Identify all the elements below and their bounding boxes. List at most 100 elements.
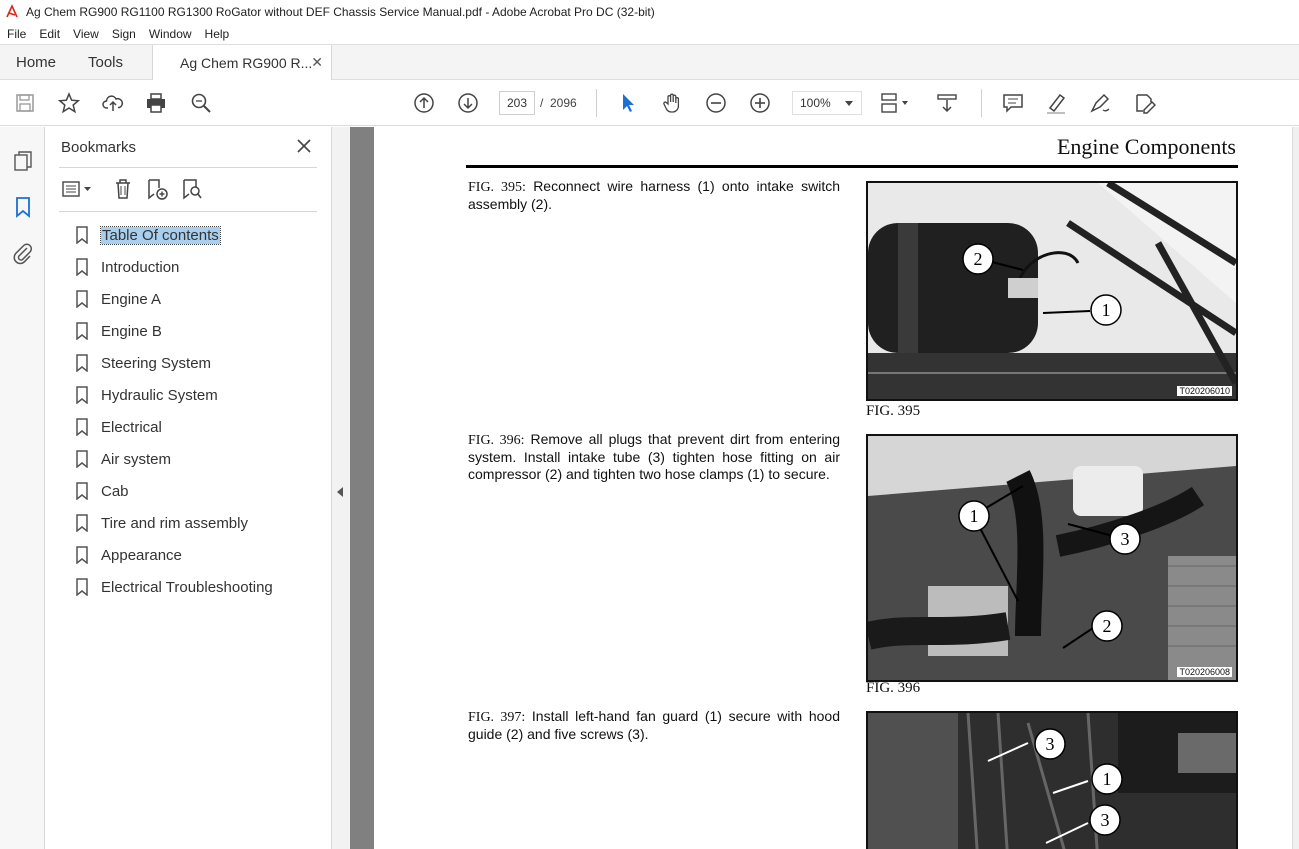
tab-document[interactable]: Ag Chem RG900 R... ✕ xyxy=(152,45,332,81)
bookmark-item[interactable]: Hydraulic System xyxy=(75,381,218,409)
bookmark-item[interactable]: Electrical xyxy=(75,413,162,441)
document-gutter xyxy=(350,127,374,849)
menu-sign[interactable]: Sign xyxy=(105,27,142,41)
toolbar-divider xyxy=(981,89,982,117)
comment-icon[interactable] xyxy=(1001,91,1025,115)
document-page[interactable]: Engine Components FIG. 395: Reconnect wi… xyxy=(374,127,1299,849)
bookmark-icon xyxy=(76,418,88,436)
bookmark-label: Engine A xyxy=(101,290,162,308)
bookmark-icon xyxy=(76,578,88,596)
menu-window[interactable]: Window xyxy=(142,27,198,41)
bookmark-item[interactable]: Engine A xyxy=(75,285,161,313)
edit-pdf-icon[interactable] xyxy=(1133,91,1157,115)
bookmark-icon xyxy=(76,482,88,500)
bookmarks-panel-title: Bookmarks xyxy=(61,139,137,156)
page-display-icon[interactable] xyxy=(880,91,910,115)
bookmark-item[interactable]: Steering System xyxy=(75,349,211,377)
new-bookmark-icon[interactable] xyxy=(145,177,169,201)
save-icon[interactable] xyxy=(13,91,37,115)
upload-cloud-icon[interactable] xyxy=(101,91,125,115)
bookmark-icon xyxy=(76,386,88,404)
callout-label: 3 xyxy=(1101,810,1110,830)
image-code: T020206010 xyxy=(1177,386,1232,396)
image-code: T020206008 xyxy=(1177,667,1232,677)
page-number-input[interactable]: 203 xyxy=(499,91,535,115)
figure-395-photo: 2 1 T020206010 xyxy=(866,181,1238,401)
next-page-icon[interactable] xyxy=(456,91,480,115)
bookmark-item[interactable]: Engine B xyxy=(75,317,162,345)
menu-view[interactable]: View xyxy=(66,27,105,41)
figure-397-text: FIG. 397: Install left-hand fan guard (1… xyxy=(468,708,840,743)
figure-label: FIG. 396: xyxy=(468,433,525,448)
left-rail xyxy=(0,127,45,849)
tab-home[interactable]: Home xyxy=(16,45,56,80)
bookmark-item[interactable]: Cab xyxy=(75,477,129,505)
panel-divider xyxy=(59,167,317,168)
menu-edit[interactable]: Edit xyxy=(32,27,66,41)
draw-icon[interactable] xyxy=(1088,91,1112,115)
close-tab-icon[interactable]: ✕ xyxy=(311,54,323,71)
select-tool-icon[interactable] xyxy=(616,91,640,115)
bookmark-icon xyxy=(76,290,88,308)
bookmark-icon xyxy=(76,226,88,244)
bookmark-icon xyxy=(76,258,88,276)
callout-label: 2 xyxy=(1103,616,1112,636)
close-icon[interactable] xyxy=(295,137,313,155)
bookmark-panel-icon[interactable] xyxy=(11,195,35,219)
total-pages: 2096 xyxy=(550,96,577,110)
bookmark-label: Appearance xyxy=(101,546,182,564)
figure-label: FIG. 397: xyxy=(468,710,526,725)
bookmark-item[interactable]: Tire and rim assembly xyxy=(75,509,248,537)
bookmark-options-icon[interactable] xyxy=(61,177,95,201)
bookmark-label: Air system xyxy=(101,450,172,468)
bookmark-label: Introduction xyxy=(101,258,180,276)
delete-bookmark-icon[interactable] xyxy=(111,177,135,201)
bookmark-item[interactable]: Table Of contents xyxy=(75,221,221,249)
callout-label: 2 xyxy=(974,249,983,269)
collapse-panel-icon[interactable] xyxy=(337,487,343,497)
toolbar-divider xyxy=(596,89,597,117)
bookmark-icon xyxy=(76,322,88,340)
callout-label: 3 xyxy=(1121,529,1130,549)
zoom-value: 100% xyxy=(800,96,831,110)
vertical-scrollbar[interactable] xyxy=(1292,127,1299,849)
bookmark-icon xyxy=(76,450,88,468)
figure-396-text: FIG. 396: Remove all plugs that prevent … xyxy=(468,431,840,483)
scrolling-mode-icon[interactable] xyxy=(935,91,959,115)
figure-397-photo: 3 1 3 xyxy=(866,711,1238,849)
title-bar: Ag Chem RG900 RG1100 RG1300 RoGator with… xyxy=(0,0,1299,24)
attachments-icon[interactable] xyxy=(11,241,35,265)
star-icon[interactable] xyxy=(57,91,81,115)
bookmark-label: Electrical xyxy=(101,418,162,436)
bookmark-label: Electrical Troubleshooting xyxy=(101,578,273,596)
panel-splitter[interactable] xyxy=(332,127,350,849)
previous-page-icon[interactable] xyxy=(412,91,436,115)
find-icon[interactable] xyxy=(189,91,213,115)
bookmark-search-icon[interactable] xyxy=(180,177,204,201)
figure-396-photo: 1 3 2 T020206008 xyxy=(866,434,1238,682)
bookmark-item[interactable]: Introduction xyxy=(75,253,179,281)
figure-label: FIG. 395: xyxy=(468,180,526,195)
menu-bar: File Edit View Sign Window Help xyxy=(0,24,1299,44)
bookmark-item[interactable]: Electrical Troubleshooting xyxy=(75,573,273,601)
zoom-out-icon[interactable] xyxy=(704,91,728,115)
highlight-icon[interactable] xyxy=(1044,91,1068,115)
bookmark-item[interactable]: Air system xyxy=(75,445,171,473)
bookmarks-panel: Bookmarks Table Of contents Introduction E… xyxy=(45,127,332,849)
hand-tool-icon[interactable] xyxy=(660,91,684,115)
zoom-select[interactable]: 100% xyxy=(792,91,862,115)
menu-file[interactable]: File xyxy=(0,27,32,41)
menu-help[interactable]: Help xyxy=(198,27,236,41)
page-heading: Engine Components xyxy=(1056,134,1236,159)
window-title: Ag Chem RG900 RG1100 RG1300 RoGator with… xyxy=(26,5,655,19)
bookmark-label: Tire and rim assembly xyxy=(101,514,248,532)
bookmark-icon xyxy=(76,514,88,532)
bookmark-icon xyxy=(76,354,88,372)
zoom-in-icon[interactable] xyxy=(748,91,772,115)
print-icon[interactable] xyxy=(144,91,168,115)
bookmark-item[interactable]: Appearance xyxy=(75,541,182,569)
bookmark-icon xyxy=(76,546,88,564)
page-thumbnails-icon[interactable] xyxy=(11,149,35,173)
tab-tools[interactable]: Tools xyxy=(88,45,123,80)
figure-caption: FIG. 395 xyxy=(866,403,921,419)
